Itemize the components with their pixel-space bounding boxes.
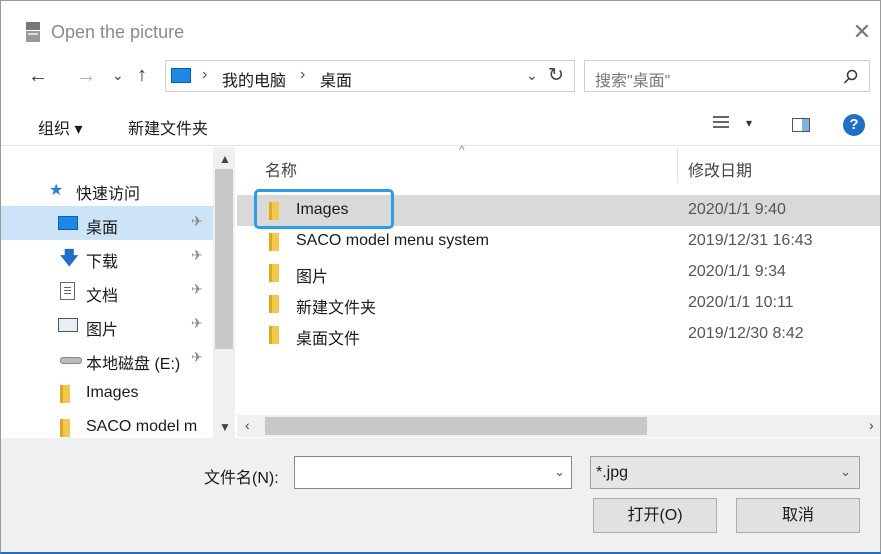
file-date: 2019/12/31 16:43 xyxy=(688,232,813,249)
filename-input[interactable]: ⌄ xyxy=(294,456,572,489)
selection-highlight-box xyxy=(254,189,394,229)
file-date: 2020/1/1 10:11 xyxy=(688,294,794,311)
file-type-filter[interactable]: *.jpg ⌄ xyxy=(590,456,860,489)
computer-icon xyxy=(171,68,191,83)
folder-icon xyxy=(269,295,279,313)
nav-item-label: Images xyxy=(86,384,139,401)
open-picture-dialog: Open the picture ✕ ← → ⌄ ↑ › 我的电脑 › 桌面 ⌄… xyxy=(0,0,881,554)
nav-item-images[interactable]: Images xyxy=(1,376,213,410)
nav-item-documents[interactable]: 文档 ✈ xyxy=(1,274,213,308)
folder-icon xyxy=(269,264,279,282)
file-list: 名称 ^ 修改日期 Images 2020/1/1 9:40 SACO mode… xyxy=(237,143,880,415)
nav-item-desktop[interactable]: 桌面 ✈ xyxy=(1,206,213,240)
file-type-value: *.jpg xyxy=(596,464,629,481)
pin-icon: ✈ xyxy=(191,315,203,331)
filename-dropdown-icon[interactable]: ⌄ xyxy=(554,464,565,480)
scroll-thumb[interactable] xyxy=(265,417,647,435)
nav-item-downloads[interactable]: 🡇 下载 ✈ xyxy=(1,240,213,274)
scroll-left-icon[interactable]: ‹ xyxy=(245,417,250,433)
view-dropdown-icon[interactable]: ▾ xyxy=(746,116,752,130)
recent-locations-button[interactable]: ⌄ xyxy=(112,67,124,84)
search-placeholder[interactable]: 搜索"桌面" xyxy=(595,67,670,91)
cancel-button[interactable]: 取消 xyxy=(736,498,860,533)
file-row[interactable]: 桌面文件 2019/12/30 8:42 xyxy=(237,319,880,350)
dialog-footer: 文件名(N): ⌄ *.jpg ⌄ 打开(O) 取消 xyxy=(1,438,880,552)
nav-pane-scrollbar[interactable]: ▲ ▼ xyxy=(213,147,235,438)
app-icon xyxy=(26,22,40,42)
file-name: 新建文件夹 xyxy=(296,300,377,317)
pin-icon: ✈ xyxy=(191,247,203,263)
help-icon[interactable]: ? xyxy=(843,114,865,136)
breadcrumb-separator[interactable]: › xyxy=(300,66,305,84)
up-button[interactable]: ↑ xyxy=(137,64,147,87)
breadcrumb-separator[interactable]: › xyxy=(202,66,207,84)
document-icon xyxy=(60,282,75,300)
nav-item-label: SACO model m xyxy=(86,418,198,435)
address-bar[interactable]: › 我的电脑 › 桌面 ⌄ ↻ xyxy=(165,60,575,92)
file-date: 2020/1/1 9:40 xyxy=(688,201,786,218)
folder-icon xyxy=(60,385,70,403)
folder-icon xyxy=(269,233,279,251)
pin-icon: ✈ xyxy=(191,281,203,297)
view-options-icon[interactable] xyxy=(713,113,729,131)
file-date: 2020/1/1 9:34 xyxy=(688,263,786,280)
file-list-horizontal-scrollbar[interactable]: ‹ › xyxy=(237,415,880,437)
scroll-up-icon[interactable]: ▲ xyxy=(219,152,231,166)
folder-icon xyxy=(269,326,279,344)
nav-item-saco-model[interactable]: SACO model m xyxy=(1,410,213,438)
file-name: 桌面文件 xyxy=(296,331,361,348)
file-row[interactable]: 新建文件夹 2020/1/1 10:11 xyxy=(237,288,880,319)
file-date: 2019/12/30 8:42 xyxy=(688,325,804,342)
organize-menu[interactable]: 组织 ▾ xyxy=(38,115,82,139)
nav-item-label: 快速访问 xyxy=(76,186,141,203)
filename-label: 文件名(N): xyxy=(204,470,279,487)
file-name: SACO model menu system xyxy=(296,232,489,249)
nav-item-label: 桌面 xyxy=(86,220,119,237)
nav-item-pictures[interactable]: 图片 ✈ xyxy=(1,308,213,342)
nav-item-label: 下载 xyxy=(86,254,119,271)
command-toolbar: 组织 ▾ 新建文件夹 ▾ ? xyxy=(1,104,880,146)
file-row[interactable]: SACO model menu system 2019/12/31 16:43 xyxy=(237,226,880,257)
scroll-right-icon[interactable]: › xyxy=(869,417,874,433)
nav-item-label: 本地磁盘 (E:) xyxy=(86,356,181,373)
search-box[interactable]: 搜索"桌面" xyxy=(584,60,870,92)
scroll-thumb[interactable] xyxy=(215,169,233,349)
nav-item-label: 文档 xyxy=(86,288,119,305)
breadcrumb-my-computer[interactable]: 我的电脑 xyxy=(222,67,286,91)
navigation-pane: ★ 快速访问 桌面 ✈ 🡇 下载 ✈ 文档 ✈ 图片 ✈ 本地磁盘 (E:) ✈ xyxy=(1,147,237,438)
column-header-name[interactable]: 名称 xyxy=(265,157,297,181)
desktop-icon xyxy=(58,216,78,230)
picture-icon xyxy=(58,318,78,332)
pin-icon: ✈ xyxy=(191,213,203,229)
back-button[interactable]: ← xyxy=(28,65,48,88)
star-icon: ★ xyxy=(49,182,64,199)
pin-icon: ✈ xyxy=(191,349,203,365)
address-dropdown-icon[interactable]: ⌄ xyxy=(526,67,538,84)
breadcrumb-desktop[interactable]: 桌面 xyxy=(320,67,352,91)
download-icon: 🡇 xyxy=(60,248,79,268)
file-row[interactable]: 图片 2020/1/1 9:34 xyxy=(237,257,880,288)
nav-item-quick-access[interactable]: ★ 快速访问 xyxy=(1,172,213,206)
file-name: 图片 xyxy=(296,269,329,286)
nav-item-label: 图片 xyxy=(86,322,119,339)
title-bar: Open the picture ✕ xyxy=(1,1,880,63)
sort-indicator-icon: ^ xyxy=(459,143,465,157)
refresh-icon[interactable]: ↻ xyxy=(548,64,564,87)
new-folder-button[interactable]: 新建文件夹 xyxy=(128,115,208,139)
folder-icon xyxy=(60,419,70,437)
window-title: Open the picture xyxy=(51,22,185,42)
search-icon[interactable] xyxy=(843,69,859,85)
preview-pane-icon[interactable] xyxy=(792,118,810,132)
forward-button[interactable]: → xyxy=(76,65,96,88)
column-header-date[interactable]: 修改日期 xyxy=(688,157,752,181)
drive-icon xyxy=(60,357,82,364)
column-divider[interactable] xyxy=(677,147,678,183)
close-icon[interactable]: ✕ xyxy=(849,19,875,45)
scroll-down-icon[interactable]: ▼ xyxy=(219,420,231,434)
open-button[interactable]: 打开(O) xyxy=(593,498,717,533)
filter-dropdown-icon[interactable]: ⌄ xyxy=(840,464,851,480)
nav-item-local-disk-e[interactable]: 本地磁盘 (E:) ✈ xyxy=(1,342,213,376)
